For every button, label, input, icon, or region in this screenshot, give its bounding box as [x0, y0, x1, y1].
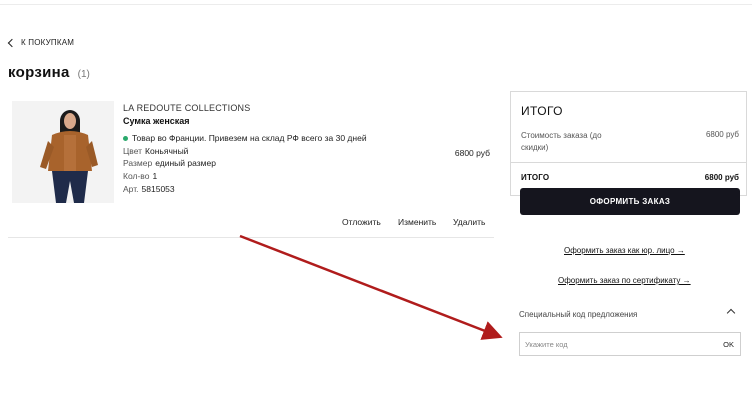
color-label: Цвет: [123, 145, 143, 156]
page-title: корзина: [8, 64, 70, 81]
chevron-left-icon: [7, 38, 17, 47]
cart-item-count: (1): [77, 69, 90, 80]
postpone-button[interactable]: Отложить: [342, 217, 381, 227]
color-value: Коньячный: [145, 145, 189, 156]
order-cost-label: Стоимость заказа (до скидки): [521, 131, 602, 152]
product-price: 6800 руб: [454, 148, 490, 158]
quantity-value: 1: [152, 170, 158, 181]
order-summary: ИТОГО Стоимость заказа (до скидки) 6800 …: [510, 91, 747, 196]
edit-button[interactable]: Изменить: [398, 217, 436, 227]
promo-code-form: OK: [519, 332, 741, 356]
quantity-label: Кол-во: [123, 170, 150, 181]
top-divider: [0, 4, 752, 5]
item-divider: [8, 237, 494, 238]
sku-value: 5815053: [141, 183, 175, 194]
shipping-note: Товар во Франции. Привезем на склад РФ в…: [123, 132, 493, 145]
availability-dot-icon: [123, 135, 128, 141]
shipping-note-text: Товар во Франции. Привезем на склад РФ в…: [132, 133, 367, 144]
total-value: 6800 руб: [704, 173, 739, 182]
promo-apply-button[interactable]: OK: [723, 340, 740, 349]
product-name[interactable]: Сумка женская: [123, 115, 493, 128]
summary-divider: [511, 162, 746, 163]
product-image[interactable]: [12, 101, 114, 203]
summary-title: ИТОГО: [521, 104, 563, 118]
back-link-label: К ПОКУПКАМ: [21, 38, 75, 47]
total-label: ИТОГО: [521, 173, 550, 182]
back-to-shopping-link[interactable]: К ПОКУПКАМ: [7, 38, 75, 47]
promo-code-input[interactable]: [520, 333, 724, 355]
cart-heading: корзина (1): [8, 64, 90, 81]
product-photo-icon: [12, 101, 114, 203]
product-quantity: Кол-во 1: [123, 170, 493, 183]
legal-entity-order-link[interactable]: Оформить заказ как юр. лицо →: [564, 246, 685, 255]
size-label: Размер: [123, 158, 153, 169]
checkout-button[interactable]: ОФОРМИТЬ ЗАКАЗ: [520, 188, 740, 215]
chevron-up-icon[interactable]: [726, 308, 736, 318]
order-cost-value: 6800 руб: [705, 130, 739, 139]
product-size: Размер единый размер: [123, 157, 493, 170]
product-brand[interactable]: LA REDOUTE COLLECTIONS: [123, 102, 493, 115]
delete-button[interactable]: Удалить: [453, 217, 485, 227]
certificate-order-link[interactable]: Оформить заказ по сертификату →: [558, 276, 691, 285]
product-sku: Арт. 5815053: [123, 183, 493, 196]
sku-label: Арт.: [123, 183, 139, 194]
promo-code-label: Специальный код предложения: [519, 310, 638, 319]
size-value: единый размер: [155, 158, 216, 169]
